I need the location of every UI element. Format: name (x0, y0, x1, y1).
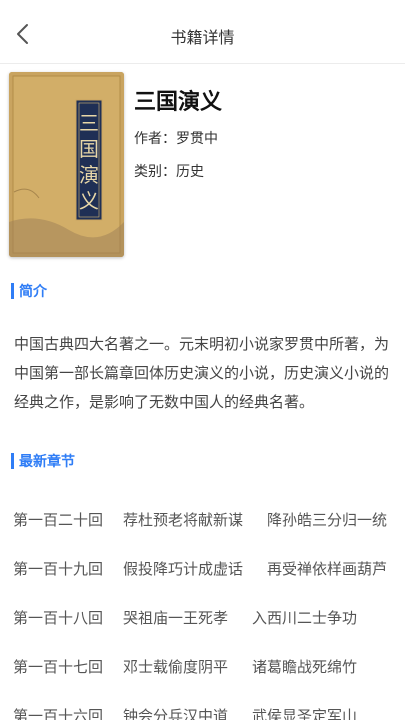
chapter-item[interactable]: 第一百十七回 邓士载偷度阴平 诸葛瞻战死绵竹 (0, 652, 405, 682)
chapter-item[interactable]: 第一百二十回 荐杜预老将献新谋 降孙皓三分归一统 (0, 505, 405, 535)
chapter-title-b: 诸葛瞻战死绵竹 (252, 658, 358, 676)
chapter-title-a: 钟会分兵汉中道 (123, 707, 229, 720)
chapter-title-a: 邓士载偷度阴平 (123, 658, 229, 676)
chapter-number: 第一百十九回 (13, 560, 104, 578)
book-author: 作者：罗贯中 (134, 131, 218, 147)
book-summary: 中国古典四大名著之一。元末明初小说家罗贯中所著，为中国第一部长篇章回体历史演义的… (14, 335, 390, 411)
book-category: 类别：历史 (134, 164, 204, 180)
chapter-number: 第一百二十回 (13, 511, 104, 529)
cover-title-char: 演 (79, 163, 99, 187)
nav-bar: 书籍详情 (0, 0, 405, 64)
intro-heading: 简介 (11, 282, 47, 300)
chapter-number: 第一百十七回 (13, 658, 104, 676)
cover-title-char: 三 (79, 111, 99, 135)
chapter-title-a: 荐杜预老将献新谋 (123, 511, 244, 529)
book-cover: 三国演义 (9, 72, 124, 257)
chapter-title-a: 假投降巧计成虚话 (123, 560, 244, 578)
chapter-title-a: 哭祖庙一王死孝 (123, 609, 229, 627)
chapter-item[interactable]: 第一百十六回 钟会分兵汉中道 武侯显圣定军山 (0, 701, 405, 720)
chapter-item[interactable]: 第一百十九回 假投降巧计成虚话 再受禅依样画葫芦 (0, 554, 405, 584)
intro-heading-label: 简介 (19, 284, 47, 300)
chapter-title-b: 武侯显圣定军山 (252, 707, 358, 720)
chapter-item[interactable]: 第一百十八回 哭祖庙一王死孝 入西川二士争功 (0, 603, 405, 633)
chapters-heading: 最新章节 (11, 452, 75, 470)
chapter-number: 第一百十六回 (13, 707, 104, 720)
book-title: 三国演义 (134, 90, 223, 115)
heading-accent-bar (11, 283, 14, 299)
cover-title-char: 义 (79, 189, 99, 213)
page-title: 书籍详情 (170, 28, 235, 47)
chapter-title-b: 降孙皓三分归一统 (267, 511, 388, 529)
chapter-title-b: 入西川二士争功 (252, 609, 358, 627)
chapter-title-b: 再受禅依样画葫芦 (267, 560, 388, 578)
chapter-number: 第一百十八回 (13, 609, 104, 627)
chapters-heading-label: 最新章节 (19, 454, 75, 470)
cover-title-char: 国 (79, 137, 99, 161)
heading-accent-bar (11, 453, 14, 469)
